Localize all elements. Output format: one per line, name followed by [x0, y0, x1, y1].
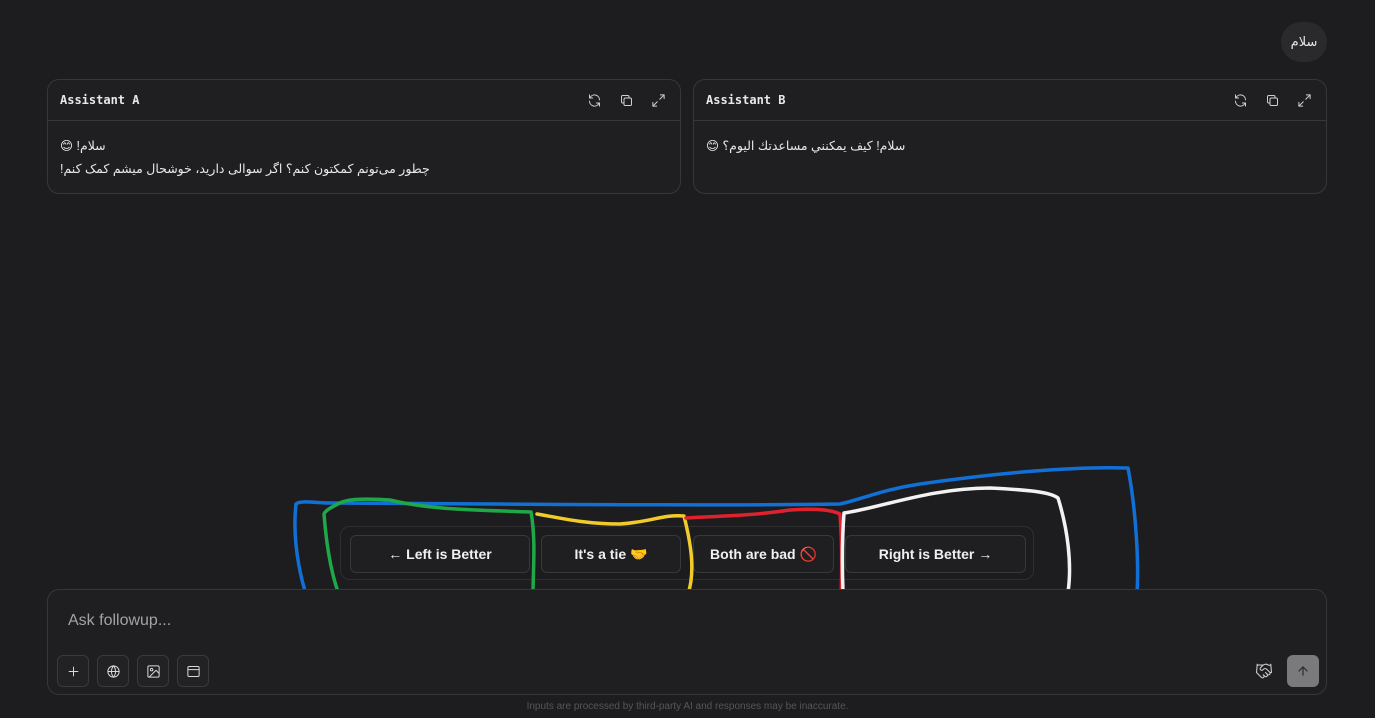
assistant-a-line-1: سلام! 😊 — [60, 139, 106, 153]
browser-window-icon — [186, 665, 200, 677]
assistant-a-title: Assistant A — [60, 93, 140, 107]
expand-icon[interactable] — [648, 90, 668, 110]
add-attachment-button[interactable] — [57, 655, 89, 687]
disclaimer-text: Inputs are processed by third-party AI a… — [526, 701, 849, 712]
image-icon — [146, 664, 160, 678]
assistant-b-header: Assistant B — [694, 80, 1326, 121]
assistant-a-header: Assistant A — [48, 80, 680, 121]
assistant-a-line-2: چطور می‌تونم کمکتون کنم؟ اگر سوالی دارید… — [60, 162, 430, 176]
user-message-bubble: سلام — [1281, 22, 1327, 62]
copy-icon[interactable] — [616, 90, 636, 110]
assistant-b-title: Assistant B — [706, 93, 786, 107]
image-button[interactable] — [137, 655, 169, 687]
canvas-button[interactable] — [177, 655, 209, 687]
assistant-a-card: Assistant A سلام! 😊 چطور می‌تونم کمکتون … — [47, 79, 681, 194]
assistant-b-line-1: سلام! كيف يمكنني مساعدتك اليوم؟ 😊 — [706, 139, 906, 153]
expand-icon[interactable] — [1294, 90, 1314, 110]
web-search-button[interactable] — [97, 655, 129, 687]
regenerate-icon[interactable] — [584, 90, 604, 110]
left-is-better-button[interactable]: ← Left is Better — [350, 535, 530, 573]
vote-bar: ← Left is Better It's a tie 🤝 Both are b… — [340, 526, 1034, 580]
regenerate-icon[interactable] — [1230, 90, 1250, 110]
both-bad-button[interactable]: Both are bad 🚫 — [693, 535, 834, 573]
handshake-icon — [1255, 663, 1273, 679]
followup-composer — [47, 589, 1327, 695]
globe-icon — [106, 664, 120, 678]
tie-button[interactable]: It's a tie 🤝 — [541, 535, 681, 573]
right-is-better-button[interactable]: Right is Better → — [845, 535, 1026, 573]
send-button[interactable] — [1287, 655, 1319, 687]
arena-page: سلام Assistant A سلام! 😊 چطور می‌تونم کم… — [0, 0, 1375, 718]
arrow-up-icon — [1298, 666, 1308, 676]
handshake-button[interactable] — [1252, 659, 1276, 683]
assistant-a-response: سلام! 😊 چطور می‌تونم کمکتون کنم؟ اگر سوا… — [48, 121, 680, 181]
copy-icon[interactable] — [1262, 90, 1282, 110]
assistant-b-card: Assistant B سلام! كيف يمكنني مساعدتك الي… — [693, 79, 1327, 194]
assistant-b-response: سلام! كيف يمكنني مساعدتك اليوم؟ 😊 — [694, 121, 1326, 158]
plus-icon — [68, 666, 78, 676]
user-message-text: سلام — [1290, 34, 1318, 49]
followup-input[interactable] — [68, 612, 1168, 630]
